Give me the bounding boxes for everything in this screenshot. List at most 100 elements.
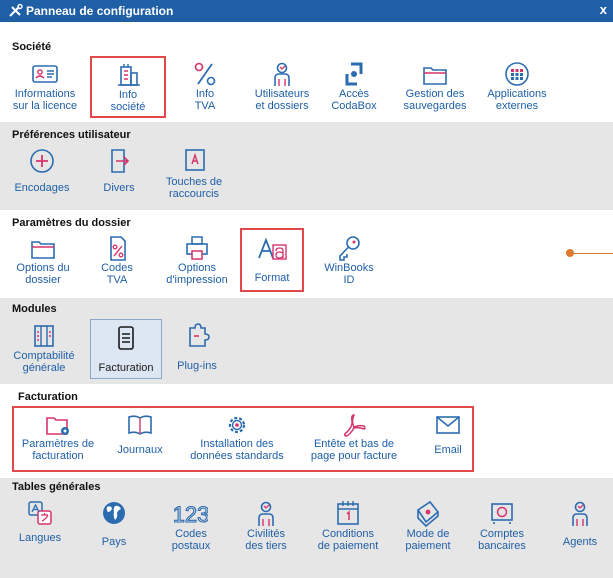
invoice-icon (118, 326, 134, 350)
wallet-icon (416, 500, 440, 528)
item-label: Gestion des sauvegardes (403, 88, 467, 112)
item-label: Informations sur la licence (12, 88, 78, 112)
font-format-icon (258, 237, 287, 260)
comptabilite-generale-button[interactable]: Comptabilité générale (12, 322, 76, 380)
conditions-paiement-button[interactable]: Conditions de paiement (308, 498, 388, 558)
item-label: Facturation (98, 362, 154, 374)
entete-bas-page-button[interactable]: Entête et bas de page pour facture (298, 412, 410, 470)
comptes-bancaires-button[interactable]: Comptes bancaires (472, 498, 532, 558)
ledger-icon (34, 325, 54, 347)
keyboard-key-icon (185, 149, 205, 171)
section-title: Tables générales (12, 481, 101, 493)
language-icon (28, 501, 52, 525)
gestion-sauvegardes-button[interactable]: Gestion des sauvegardes (398, 60, 472, 116)
item-label: Conditions de paiement (317, 528, 379, 552)
item-label: Entête et bas de page pour facture (310, 438, 398, 462)
section-title: Préférences utilisateur (12, 129, 131, 141)
person-icon (572, 501, 588, 526)
plug-ins-button[interactable]: Plug-ins (170, 322, 224, 380)
folder-gear-icon (46, 417, 69, 435)
item-label: Options d'impression (166, 262, 228, 286)
key-icon (339, 236, 360, 261)
item-label: Accès CodaBox (331, 88, 377, 112)
mode-paiement-button[interactable]: Mode de paiement (398, 498, 458, 558)
facturation-module-button[interactable]: Facturation (90, 319, 162, 379)
close-button[interactable]: x (600, 2, 607, 18)
calendar-icon (337, 501, 359, 525)
numbers-123-icon: 123 (174, 501, 208, 527)
section-title: Facturation (18, 391, 78, 403)
item-label: Paramètres de facturation (21, 438, 95, 462)
item-label: Options du dossier (16, 262, 70, 286)
divers-button[interactable]: Divers (94, 146, 144, 204)
utilisateurs-button[interactable]: Utilisateurs et dossiers (246, 60, 318, 116)
pdf-icon (343, 414, 366, 437)
item-label: Comptabilité générale (13, 350, 75, 374)
item-label: Civilités des tiers (245, 528, 287, 552)
globe-icon (103, 502, 125, 524)
item-label: Journaux (117, 444, 163, 456)
options-impression-button[interactable]: Options d'impression (160, 234, 234, 292)
journaux-button[interactable]: Journaux (110, 412, 170, 470)
item-label: Codes TVA (101, 262, 133, 286)
printer-icon (186, 236, 208, 260)
civilites-tiers-button[interactable]: Civilités des tiers (238, 498, 294, 558)
item-label: Comptes bancaires (478, 528, 526, 552)
annotation-dot (566, 249, 574, 257)
item-label: Encodages (14, 182, 70, 194)
winbooks-id-button[interactable]: WinBooks ID (320, 234, 378, 292)
section-title: Société (12, 41, 52, 53)
item-label: Divers (103, 182, 135, 194)
item-label: Codes postaux (171, 528, 211, 552)
codes-postaux-button[interactable]: 123 Codes postaux (164, 498, 218, 558)
info-tva-button[interactable]: Info TVA (178, 60, 232, 116)
item-label: Installation des données standards (190, 438, 284, 462)
bank-card-icon (491, 503, 513, 524)
tools-icon (9, 3, 23, 17)
person-icon (258, 501, 274, 526)
section-title: Modules (12, 303, 57, 315)
info-licence-button[interactable]: Informations sur la licence (12, 60, 78, 116)
envelope-icon (436, 416, 460, 434)
acces-codabox-button[interactable]: Accès CodaBox (326, 60, 382, 116)
parametres-facturation-button[interactable]: Paramètres de facturation (16, 412, 100, 470)
codes-tva-button[interactable]: Codes TVA (92, 234, 142, 292)
item-label: Pays (101, 536, 127, 548)
item-label: Langues (18, 532, 62, 544)
agents-button[interactable]: Agents (552, 498, 608, 558)
codabox-icon (345, 62, 363, 86)
window-title: Panneau de configuration (26, 4, 174, 18)
info-societe-button[interactable]: Info société (90, 56, 166, 118)
applications-externes-button[interactable]: Applications externes (480, 60, 554, 116)
item-label: Info TVA (194, 88, 216, 112)
touches-raccourcis-button[interactable]: Touches de raccourcis (158, 146, 230, 206)
langues-button[interactable]: Langues (12, 498, 68, 558)
apps-grid-icon (505, 62, 529, 86)
gear-icon (228, 416, 246, 434)
encodages-button[interactable]: Encodages (12, 146, 72, 204)
format-button[interactable]: Format (240, 228, 304, 292)
folder-icon (31, 241, 55, 259)
pays-button[interactable]: Pays (92, 498, 136, 558)
item-label: Utilisateurs et dossiers (254, 88, 310, 112)
item-label: Agents (562, 536, 598, 548)
item-label: Format (254, 272, 290, 284)
annotation-connector-line (568, 253, 613, 254)
installation-donnees-standards-button[interactable]: Installation des données standards (184, 412, 290, 470)
vat-doc-icon (110, 236, 126, 261)
item-label: Plug-ins (177, 360, 217, 372)
item-label: WinBooks ID (324, 262, 374, 286)
item-label: Applications externes (487, 88, 547, 112)
users-icon (274, 62, 290, 86)
email-button[interactable]: Email (426, 412, 470, 470)
item-label: Mode de paiement (405, 528, 451, 552)
license-card-icon (32, 65, 58, 83)
export-doc-icon (111, 149, 130, 173)
plus-circle-icon (30, 149, 54, 173)
options-dossier-button[interactable]: Options du dossier (12, 234, 74, 292)
book-icon (128, 415, 152, 435)
folder-icon (423, 67, 447, 85)
title-bar: Panneau de configuration x (0, 0, 613, 22)
svg-text:123: 123 (174, 502, 208, 527)
item-label: Touches de raccourcis (165, 176, 223, 200)
